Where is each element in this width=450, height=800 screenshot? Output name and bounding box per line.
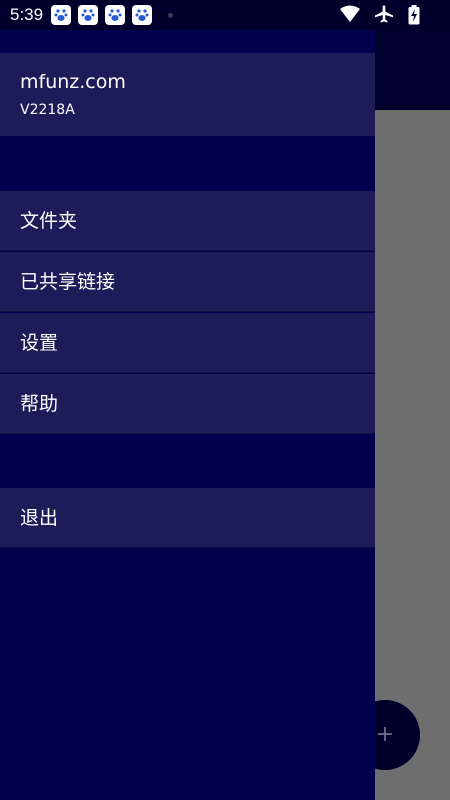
baidu-icon [132,5,152,25]
menu-item-shared-links[interactable]: 已共享链接 [0,252,375,312]
status-bar: 5:39 [0,0,450,30]
menu-item-label: 设置 [20,332,59,354]
app-screen: + 5:39 mfunz.com V2218A 文件夹 已共享链接 设置 帮助 … [0,0,450,800]
navigation-drawer: mfunz.com V2218A 文件夹 已共享链接 设置 帮助 退出 [0,30,375,800]
status-time: 5:39 [10,5,44,24]
more-notifications-dot [168,13,173,18]
drawer-header: mfunz.com V2218A [0,53,375,136]
menu-item-label: 文件夹 [20,210,78,232]
baidu-icon [51,5,71,25]
menu-item-logout[interactable]: 退出 [0,488,375,548]
device-model: V2218A [20,102,75,118]
system-status-icons [330,5,420,25]
plus-icon: + [375,722,395,747]
menu-item-label: 帮助 [20,393,59,415]
menu-item-folders[interactable]: 文件夹 [0,191,375,251]
menu-item-label: 已共享链接 [20,271,116,293]
notification-icons [51,5,159,25]
baidu-icon [105,5,125,25]
account-name: mfunz.com [20,71,126,93]
battery-charging-icon [408,5,420,29]
baidu-icon [78,5,98,25]
wifi-icon [339,5,360,27]
menu-item-settings[interactable]: 设置 [0,313,375,373]
menu-item-help[interactable]: 帮助 [0,374,375,434]
airplane-icon [374,5,393,27]
menu-item-label: 退出 [20,507,59,529]
